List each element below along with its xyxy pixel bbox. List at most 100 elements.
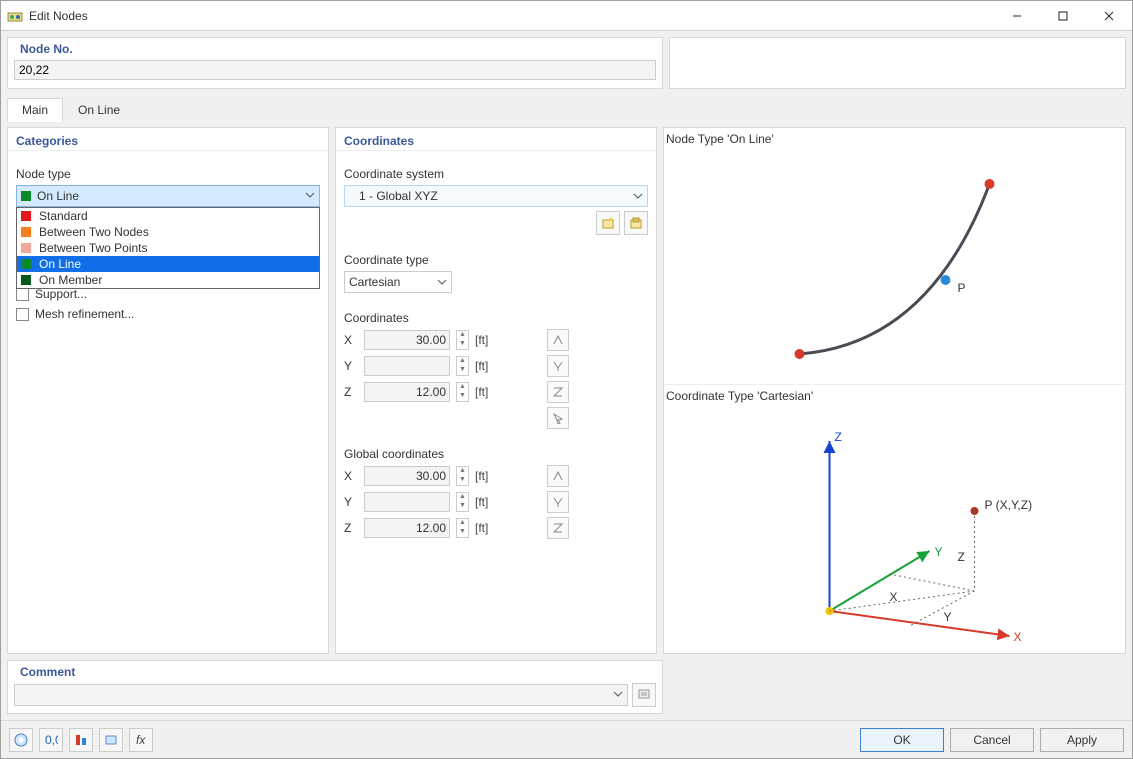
help-button[interactable] [9, 728, 33, 752]
global-y-spinner[interactable]: ▲▼ [456, 492, 469, 512]
coord-type-diagram: Z Y X X Y Z P (X,Y,Z) [664, 407, 1125, 654]
edit-nodes-dialog: Edit Nodes Node No. Main On Line Categor… [0, 0, 1133, 759]
global-y-input[interactable] [364, 492, 450, 512]
pick-z-button[interactable] [547, 381, 569, 403]
unit-label: [ft] [475, 521, 501, 535]
close-button[interactable] [1086, 1, 1132, 30]
unit-label: [ft] [475, 495, 501, 509]
coordinates-header: Coordinates [336, 128, 656, 151]
tabs: Main On Line [7, 97, 1126, 121]
maximize-button[interactable] [1040, 1, 1086, 30]
svg-text:P: P [958, 281, 966, 295]
coordinate-system-dropdown[interactable]: 1 - Global XYZ [344, 185, 648, 207]
coordinate-type-value: Cartesian [349, 275, 400, 289]
local-z-input[interactable]: 12.00 [364, 382, 450, 402]
top-blank-panel [669, 37, 1126, 89]
categories-panel: Categories Node type On Line Standard [7, 127, 329, 654]
mesh-refinement-label: Mesh refinement... [35, 307, 134, 321]
global-x-input[interactable]: 30.00 [364, 466, 450, 486]
mesh-refinement-checkbox[interactable] [16, 308, 29, 321]
local-y-input[interactable] [364, 356, 450, 376]
window-title: Edit Nodes [29, 9, 994, 23]
comment-panel: Comment [7, 660, 663, 714]
units-button[interactable]: 0,00 [39, 728, 63, 752]
node-type-dropdown-list: Standard Between Two Nodes Between Two P… [16, 207, 320, 289]
node-type-option-between-two-points[interactable]: Between Two Points [17, 240, 319, 256]
app-icon [7, 8, 23, 24]
apply-button[interactable]: Apply [1040, 728, 1124, 752]
comment-header: Comment [14, 663, 656, 683]
preview-panel: Node Type 'On Line' P Coordinate Type 'C… [663, 127, 1126, 654]
svg-text:fx: fx [136, 733, 146, 747]
svg-text:P (X,Y,Z): P (X,Y,Z) [985, 498, 1033, 512]
coordinate-type-dropdown[interactable]: Cartesian [344, 271, 452, 293]
node-no-input[interactable] [14, 60, 656, 80]
local-x-input[interactable]: 30.00 [364, 330, 450, 350]
svg-text:Y: Y [944, 610, 952, 624]
global-coords-label: Global coordinates [344, 447, 648, 461]
edit-coord-system-button[interactable] [624, 211, 648, 235]
svg-text:X: X [890, 590, 898, 604]
pick-global-x-button[interactable] [547, 465, 569, 487]
axis-x-label: X [344, 333, 358, 347]
chevron-down-icon [305, 190, 315, 200]
node-type-dropdown[interactable]: On Line Standard Between Two Nodes [16, 185, 320, 207]
ok-button[interactable]: OK [860, 728, 944, 752]
node-type-option-standard[interactable]: Standard [17, 208, 319, 224]
chevron-down-icon [437, 277, 447, 287]
graphics-button[interactable] [69, 728, 93, 752]
svg-text:Z: Z [835, 430, 842, 444]
svg-text:X: X [1014, 630, 1022, 644]
function-button[interactable]: fx [129, 728, 153, 752]
tab-main[interactable]: Main [7, 98, 63, 122]
coordinates-panel: Coordinates Coordinate system 1 - Global… [335, 127, 657, 654]
pick-button[interactable] [99, 728, 123, 752]
minimize-button[interactable] [994, 1, 1040, 30]
color-swatch-icon [21, 243, 31, 253]
node-type-diagram-title: Node Type 'On Line' [664, 128, 1125, 150]
svg-text:0,00: 0,00 [45, 733, 58, 747]
local-x-spinner[interactable]: ▲▼ [456, 330, 469, 350]
comment-input[interactable] [14, 684, 628, 706]
global-z-spinner[interactable]: ▲▼ [456, 518, 469, 538]
mesh-refinement-checkbox-row[interactable]: Mesh refinement... [16, 307, 320, 321]
node-no-header: Node No. [14, 40, 656, 60]
new-coord-system-button[interactable] [596, 211, 620, 235]
node-no-panel: Node No. [7, 37, 663, 89]
local-z-spinner[interactable]: ▲▼ [456, 382, 469, 402]
coord-type-diagram-title: Coordinate Type 'Cartesian' [664, 384, 1125, 407]
cancel-button[interactable]: Cancel [950, 728, 1034, 752]
node-type-swatch [21, 191, 31, 201]
global-x-spinner[interactable]: ▲▼ [456, 466, 469, 486]
categories-header: Categories [8, 128, 328, 151]
node-type-option-on-member[interactable]: On Member [17, 272, 319, 288]
global-z-input[interactable]: 12.00 [364, 518, 450, 538]
coordinate-type-label: Coordinate type [344, 253, 648, 267]
pick-global-y-button[interactable] [547, 491, 569, 513]
unit-label: [ft] [475, 359, 501, 373]
node-type-option-on-line[interactable]: On Line [17, 256, 319, 272]
support-label: Support... [35, 287, 87, 301]
svg-text:Y: Y [935, 545, 943, 559]
local-coords-label: Coordinates [344, 311, 648, 325]
support-checkbox[interactable] [16, 288, 29, 301]
coordinate-system-value: 1 - Global XYZ [359, 189, 438, 203]
pick-cursor-button[interactable] [547, 407, 569, 429]
unit-label: [ft] [475, 333, 501, 347]
pick-y-button[interactable] [547, 355, 569, 377]
coordinate-system-label: Coordinate system [344, 167, 648, 181]
node-type-label: Node type [16, 167, 320, 181]
titlebar: Edit Nodes [1, 1, 1132, 31]
tab-on-line[interactable]: On Line [63, 98, 135, 122]
axis-y-label: Y [344, 359, 358, 373]
support-checkbox-row[interactable]: Support... [16, 287, 320, 301]
pick-x-button[interactable] [547, 329, 569, 351]
color-swatch-icon [21, 227, 31, 237]
node-type-option-between-two-nodes[interactable]: Between Two Nodes [17, 224, 319, 240]
unit-label: [ft] [475, 385, 501, 399]
node-type-diagram: P [664, 150, 1125, 378]
color-swatch-icon [21, 259, 31, 269]
pick-global-z-button[interactable] [547, 517, 569, 539]
comment-pick-button[interactable] [632, 683, 656, 707]
local-y-spinner[interactable]: ▲▼ [456, 356, 469, 376]
